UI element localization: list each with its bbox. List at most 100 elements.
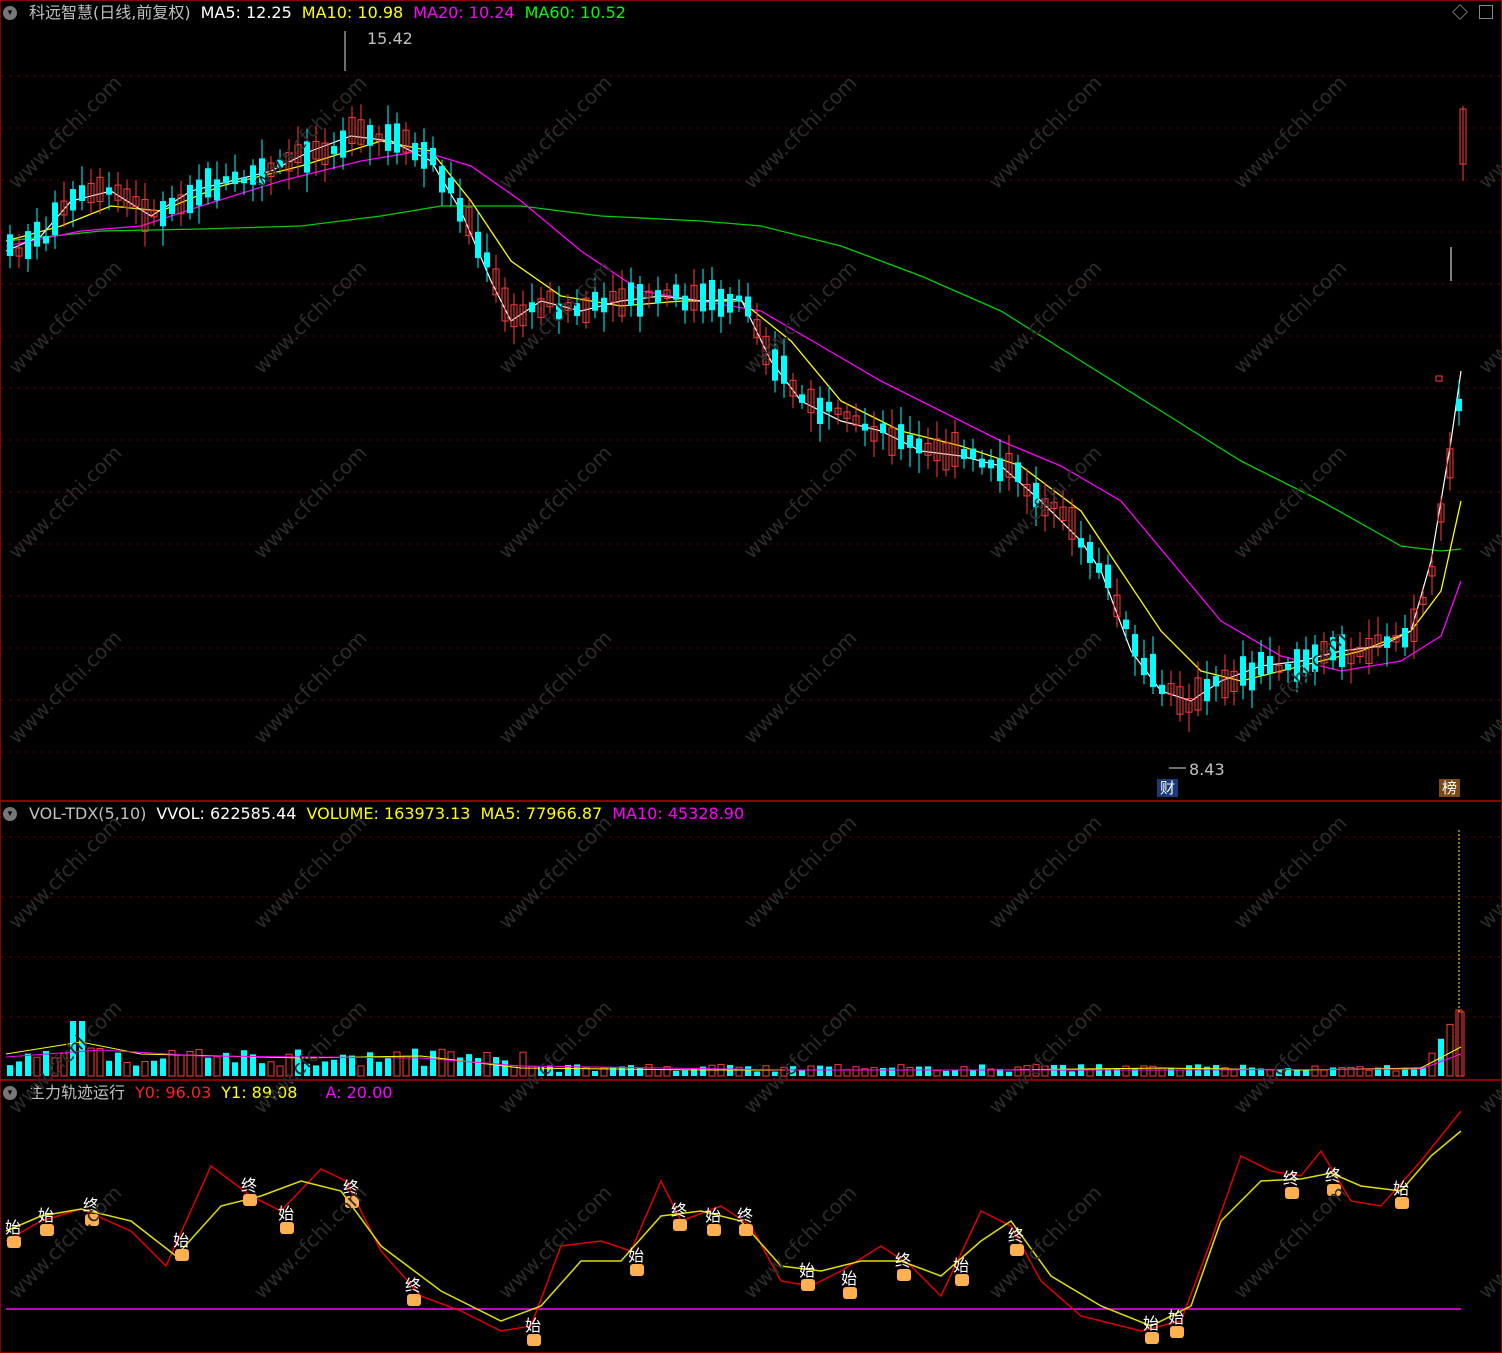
volume-bar	[826, 1066, 832, 1076]
volume-bar	[412, 1048, 418, 1076]
volume-bar	[115, 1052, 121, 1076]
volume-bar	[1330, 1067, 1336, 1076]
candle-body	[772, 349, 778, 381]
volume-bar	[1446, 1023, 1454, 1077]
volume-bar	[547, 1065, 553, 1076]
volume-bar	[502, 1060, 508, 1076]
rank-tag[interactable]: 榜	[1439, 779, 1461, 797]
end-marker: 终	[241, 1176, 257, 1195]
candle-body	[43, 236, 49, 244]
candle-body	[1285, 663, 1291, 671]
hand-icon	[243, 1194, 257, 1206]
candle-body	[259, 158, 265, 186]
candle-body	[988, 459, 994, 469]
candle-body	[1402, 628, 1408, 648]
candle-body	[196, 179, 202, 206]
end-marker: 终	[895, 1251, 911, 1270]
volume-bar	[1014, 1066, 1022, 1077]
volume-bar	[133, 1065, 139, 1076]
candle-body	[1303, 649, 1309, 673]
candle-body	[601, 297, 607, 313]
volume-bar	[1006, 1071, 1012, 1076]
price-chart-panel[interactable]: ▾ 科远智慧(日线,前复权) MA5: 12.25 MA10: 10.98 MA…	[0, 0, 1502, 801]
candle-body	[700, 283, 706, 312]
candle-body	[1159, 684, 1165, 695]
volume-bar	[1176, 1069, 1184, 1077]
candle-body	[340, 130, 346, 158]
hand-icon	[1327, 1184, 1341, 1196]
indicator-panel[interactable]: ▾ 主力轨迹运行 Y0: 96.03 Y1: 89.08 A: 20.00 始始…	[0, 1080, 1502, 1353]
candle-body	[1123, 619, 1129, 630]
candle-body	[1150, 653, 1156, 688]
volume-bar	[87, 1047, 95, 1077]
volume-bar	[1086, 1069, 1094, 1077]
volume-bar	[447, 1051, 455, 1077]
volume-bar	[276, 1065, 284, 1077]
volume-bar	[592, 1070, 598, 1076]
volume-bar	[925, 1066, 931, 1076]
candle-body	[385, 124, 391, 151]
volume-bar	[700, 1066, 706, 1076]
candle-body	[1033, 482, 1039, 508]
volume-bar	[250, 1054, 256, 1076]
volume-bar	[870, 1067, 878, 1077]
candle-body	[1339, 634, 1345, 668]
volume-bar	[762, 1065, 770, 1077]
hand-icon	[280, 1222, 294, 1234]
volume-bar	[1114, 1068, 1120, 1076]
volume-bar	[1384, 1065, 1390, 1076]
volume-bar	[790, 1066, 796, 1076]
finance-tag[interactable]: 财	[1157, 779, 1179, 797]
candle-body	[7, 234, 13, 257]
candle-body	[232, 171, 238, 185]
volume-bar	[304, 1063, 310, 1076]
end-marker: 终	[1008, 1226, 1024, 1245]
candle-body	[907, 434, 913, 448]
start-marker: 始	[525, 1316, 541, 1335]
candle-body	[997, 458, 1003, 482]
candle-body	[817, 397, 823, 424]
volume-chart-panel[interactable]: ▾ VOL-TDX(5,10) VVOL: 622585.44 VOLUME: …	[0, 801, 1502, 1080]
candle-body	[34, 221, 40, 247]
hand-icon	[1395, 1197, 1409, 1209]
volume-bar	[1023, 1065, 1031, 1077]
volume-bar	[376, 1061, 382, 1076]
candle-body	[412, 143, 418, 161]
candle-body	[331, 146, 337, 155]
volume-bar	[519, 1051, 527, 1077]
volume-bar	[232, 1062, 238, 1076]
volume-bar	[960, 1066, 968, 1077]
candle-body	[1384, 636, 1390, 648]
volume-bar	[393, 1051, 401, 1077]
volume-bar	[817, 1065, 823, 1076]
end-marker: 终	[671, 1201, 687, 1220]
volume-bar	[385, 1058, 391, 1076]
volume-bar	[33, 1056, 41, 1077]
candle-body	[439, 166, 445, 193]
volume-bar	[205, 1057, 211, 1076]
volume-bar	[943, 1070, 949, 1076]
candle-body	[1105, 564, 1111, 589]
candle-body	[709, 279, 715, 311]
candle-body	[682, 295, 688, 311]
start-marker: 始	[1393, 1179, 1409, 1198]
candle-body	[52, 202, 58, 236]
volume-bar	[430, 1050, 436, 1076]
candle-body	[727, 293, 733, 313]
candle-body	[961, 448, 967, 460]
hand-icon	[345, 1196, 359, 1208]
volume-bar	[754, 1071, 760, 1076]
volume-bar	[843, 1069, 851, 1077]
candle-body	[1294, 649, 1300, 682]
hand-icon	[407, 1294, 421, 1306]
volume-bar	[367, 1052, 373, 1076]
volume-bar	[43, 1050, 49, 1076]
candle-body	[673, 284, 679, 300]
hand-icon	[1285, 1187, 1299, 1199]
candle-body	[1204, 678, 1210, 702]
hand-icon	[739, 1224, 753, 1236]
candle-body	[250, 165, 256, 185]
candle-body	[880, 423, 886, 434]
candle-body	[574, 303, 580, 316]
candle-body	[448, 177, 454, 194]
